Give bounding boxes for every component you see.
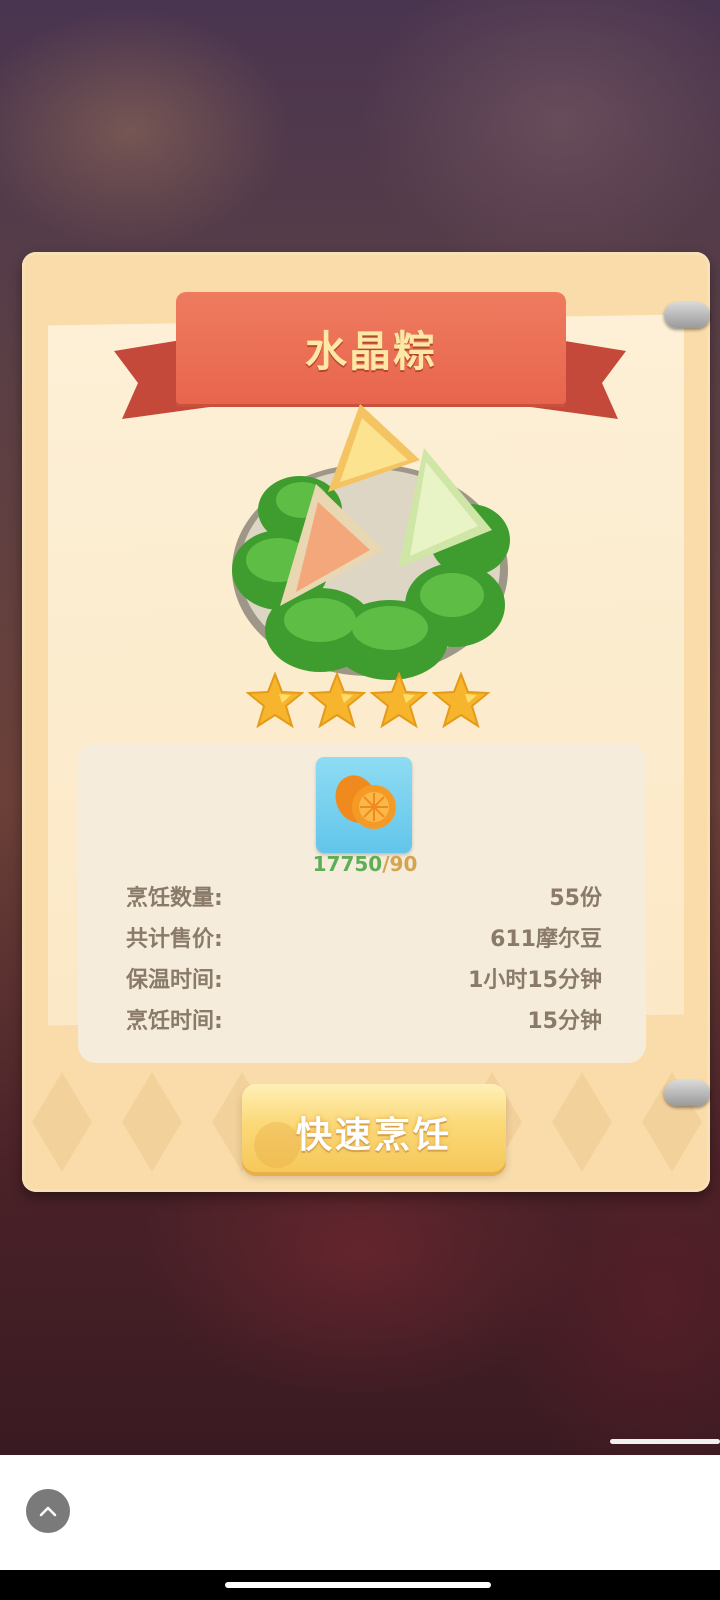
star-icon xyxy=(432,672,490,728)
info-label: 保温时间: xyxy=(126,968,223,993)
star-icon xyxy=(370,672,428,728)
binder-ring-top xyxy=(664,302,710,328)
dish-title: 水晶粽 xyxy=(304,327,437,376)
info-label: 共计售价: xyxy=(126,927,223,952)
quick-cook-label: 快速烹饪 xyxy=(295,1115,452,1156)
info-value: 1小时15分钟 xyxy=(468,968,602,993)
quick-cook-button[interactable]: 快速烹饪 xyxy=(242,1084,506,1172)
star-rating xyxy=(246,672,496,728)
ingredient-need: 90 xyxy=(389,852,418,876)
info-label: 烹饪时间: xyxy=(126,1009,223,1034)
info-row-cook-quantity: 烹饪数量: 55份 xyxy=(126,880,602,912)
info-row-keep-warm-time: 保温时间: 1小时15分钟 xyxy=(126,962,602,994)
star-icon xyxy=(308,672,366,728)
ingredient-have: 17750 xyxy=(312,852,383,876)
info-row-cook-time: 烹饪时间: 15分钟 xyxy=(126,1003,602,1035)
game-swipe-bar[interactable] xyxy=(610,1439,720,1444)
ingredient-tile[interactable] xyxy=(316,757,412,853)
info-value: 15分钟 xyxy=(527,1009,602,1034)
bottom-bar xyxy=(0,1455,720,1570)
home-indicator[interactable] xyxy=(225,1582,491,1588)
info-row-total-price: 共计售价: 611摩尔豆 xyxy=(126,921,602,953)
ingredient-separator: / xyxy=(382,852,390,876)
ingredient-count: 17750/90 xyxy=(290,852,440,876)
info-label: 烹饪数量: xyxy=(126,886,223,911)
star-icon xyxy=(246,672,304,728)
tangerine-icon xyxy=(335,775,396,829)
crystal-zongzi-dish-image xyxy=(232,404,510,680)
chevron-up-icon xyxy=(39,1506,57,1517)
info-value: 55份 xyxy=(549,886,602,911)
scroll-up-button[interactable] xyxy=(26,1489,70,1533)
info-value: 611摩尔豆 xyxy=(490,927,602,952)
binder-ring-bottom xyxy=(664,1080,710,1106)
